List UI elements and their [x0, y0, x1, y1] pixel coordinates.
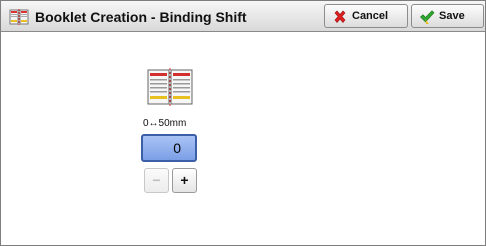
cancel-label: Cancel [352, 10, 389, 22]
title-bar: Booklet Creation - Binding Shift Cancel … [1, 1, 485, 32]
page-title: Booklet Creation - Binding Shift [35, 9, 247, 25]
binding-shift-value-field[interactable]: 0 [141, 134, 197, 162]
green-check-icon [420, 10, 435, 24]
booklet-icon [9, 9, 29, 25]
cancel-button[interactable]: Cancel [324, 4, 408, 28]
range-label: 0↔50mm [143, 118, 187, 129]
save-button[interactable]: Save [411, 4, 484, 28]
settings-panel: 0↔50mm 0 − + [1, 33, 485, 245]
decrement-button[interactable]: − [144, 168, 169, 193]
binding-shift-screen: Booklet Creation - Binding Shift Cancel … [0, 0, 486, 246]
increment-button[interactable]: + [172, 168, 197, 193]
save-label: Save [439, 10, 465, 22]
booklet-binding-shift-icon [147, 68, 193, 106]
red-x-icon [334, 10, 346, 23]
